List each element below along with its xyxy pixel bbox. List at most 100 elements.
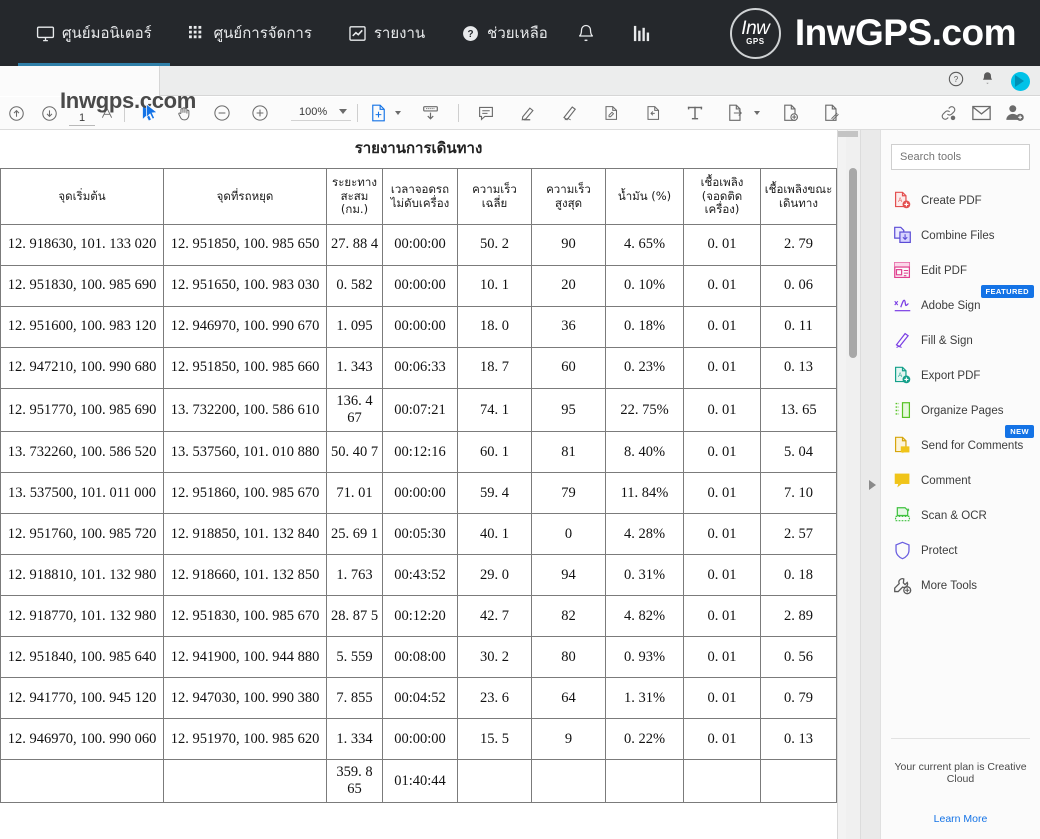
cell-fuel-road: 13. 65 [761,389,837,432]
combine-files-icon [893,226,912,245]
nav-item-help[interactable]: ? ช่วยเหลือ [443,0,566,66]
cell-idle-time: 00:00:00 [383,266,458,307]
tool-item-export-pdf[interactable]: AExport PDF [891,358,1030,393]
cell-idle-time: 00:00:00 [383,225,458,266]
tool-item-adobe-sign[interactable]: Adobe SignFEATURED [891,288,1030,323]
tool-item-label: Send for Comments [921,440,1023,452]
nav-notification-bell[interactable] [566,24,607,43]
export-chevron-down-icon[interactable] [754,111,760,115]
nav-item-label: ศูนย์การจัดการ [214,21,312,45]
zoom-out-button[interactable] [203,97,241,130]
cell-fuel-idle: 0. 01 [684,389,761,432]
page-down-button[interactable] [33,97,66,130]
draw-tool-button[interactable] [549,97,591,130]
table-body: 34:2712. 918630, 101. 133 02012. 951850,… [0,225,837,803]
tool-item-organize-pages[interactable]: Organize Pages [891,393,1030,428]
nav-item-label: รายงาน [374,21,425,45]
add-person-button[interactable] [1005,97,1024,130]
page-up-button[interactable] [0,97,33,130]
tool-item-scan-ocr[interactable]: Scan & OCR [891,498,1030,533]
panel-collapse-arrow-icon[interactable] [869,480,876,490]
hand-tool-button[interactable] [166,97,203,130]
document-tab[interactable] [0,66,160,96]
download-button[interactable] [409,97,452,130]
search-tools-input[interactable] [891,144,1030,170]
highlight-tool-button[interactable] [507,97,549,130]
page-fit-icon[interactable] [99,97,115,130]
page-view-chevron-down-icon[interactable] [395,111,401,115]
tool-item-more-tools[interactable]: More Tools [891,568,1030,603]
app-notification-bell-icon[interactable] [980,71,995,91]
svg-text:?: ? [468,29,474,40]
page-title: รายงานการเดินทาง [0,136,837,160]
table-row: 33:03359. 8 6501:40:44 [0,760,837,803]
cell-fuel-percent: 0. 31% [606,555,684,596]
scrollbar-thumb[interactable] [849,168,857,358]
tool-item-send-for-comments[interactable]: Send for CommentsNEW [891,428,1030,463]
cell-fuel-percent: 0. 23% [606,348,684,389]
tool-item-fill-sign[interactable]: Fill & Sign [891,323,1030,358]
stamp-tool-button[interactable] [591,97,633,130]
document-horizontal-scrollbar-thumb[interactable] [838,131,858,137]
cell-fuel-idle [684,760,761,803]
cell-fuel-percent: 0. 18% [606,307,684,348]
export-tool-button[interactable] [715,97,752,130]
nav-item-monitor-center[interactable]: ศูนย์มอนิเตอร์ [18,0,170,66]
plan-divider [891,738,1030,739]
tool-item-label: Protect [921,545,957,557]
document-vertical-scrollbar[interactable] [846,130,860,839]
cell-start-point: 12. 951770, 100. 985 690 [1,389,164,432]
nav-statistics-button[interactable] [621,24,662,43]
table-header: เวลารวม (นาที) จุดเริ่มต้น จุดที่รถหยุด … [0,169,837,225]
cell-avg-speed: 10. 1 [458,266,532,307]
cell-idle-time: 00:43:52 [383,555,458,596]
cell-fuel-road: 0. 13 [761,348,837,389]
cell-fuel-idle: 0. 01 [684,348,761,389]
grid-icon [188,24,207,43]
cell-max-speed: 64 [532,678,606,719]
cell-distance: 5. 559 [327,637,383,678]
tool-item-combine-files[interactable]: Combine Files [891,218,1030,253]
cell-distance: 1. 343 [327,348,383,389]
tool-item-protect[interactable]: Protect [891,533,1030,568]
page-navigation[interactable] [69,97,115,130]
app-help-icon[interactable]: ? [948,71,964,92]
share-link-button[interactable] [939,97,958,130]
page-number-input[interactable] [69,112,95,126]
chart-line-icon [348,24,367,43]
tool-item-comment[interactable]: Comment [891,463,1030,498]
mouse-cursor-icon [145,103,160,123]
nav-item-reports[interactable]: รายงาน [330,0,443,66]
cell-idle-time: 00:12:16 [383,432,458,473]
cell-idle-time: 00:00:00 [383,719,458,760]
tool-item-label: Adobe Sign [921,300,980,312]
cell-max-speed: 9 [532,719,606,760]
cell-fuel-idle: 0. 01 [684,225,761,266]
add-page-tool-button[interactable] [770,97,811,130]
cell-stop-point: 12. 946970, 100. 990 670 [164,307,327,348]
zoom-in-button[interactable] [241,97,279,130]
cell-max-speed: 90 [532,225,606,266]
edit-pdf-icon [893,261,912,280]
cell-stop-point: 12. 951650, 100. 983 030 [164,266,327,307]
status-badge: NEW [1005,425,1034,438]
learn-more-link[interactable]: Learn More [891,813,1030,825]
document-viewport[interactable]: รายงานการเดินทาง เวลารวม (นาที) จุดเริ่ม… [0,130,860,839]
comment-tool-button[interactable] [465,97,507,130]
fill-sign-tool-button[interactable] [633,97,675,130]
page-view-button[interactable] [364,97,393,130]
cell-stop-point [164,760,327,803]
monitor-icon [36,24,55,43]
tool-item-label: Combine Files [921,230,995,242]
cell-distance: 50. 40 7 [327,432,383,473]
edit-page-tool-button[interactable] [811,97,852,130]
user-avatar[interactable] [1011,72,1030,91]
tool-item-edit-pdf[interactable]: Edit PDF [891,253,1030,288]
tool-item-create-pdf[interactable]: ACreate PDF [891,183,1030,218]
export-pdf-icon: A [893,366,912,385]
email-button[interactable] [972,97,991,130]
nav-item-management-center[interactable]: ศูนย์การจัดการ [170,0,330,66]
zoom-level-selector[interactable]: 100% [291,106,351,121]
cell-fuel-road: 0. 13 [761,719,837,760]
text-tool-button[interactable] [675,97,715,130]
